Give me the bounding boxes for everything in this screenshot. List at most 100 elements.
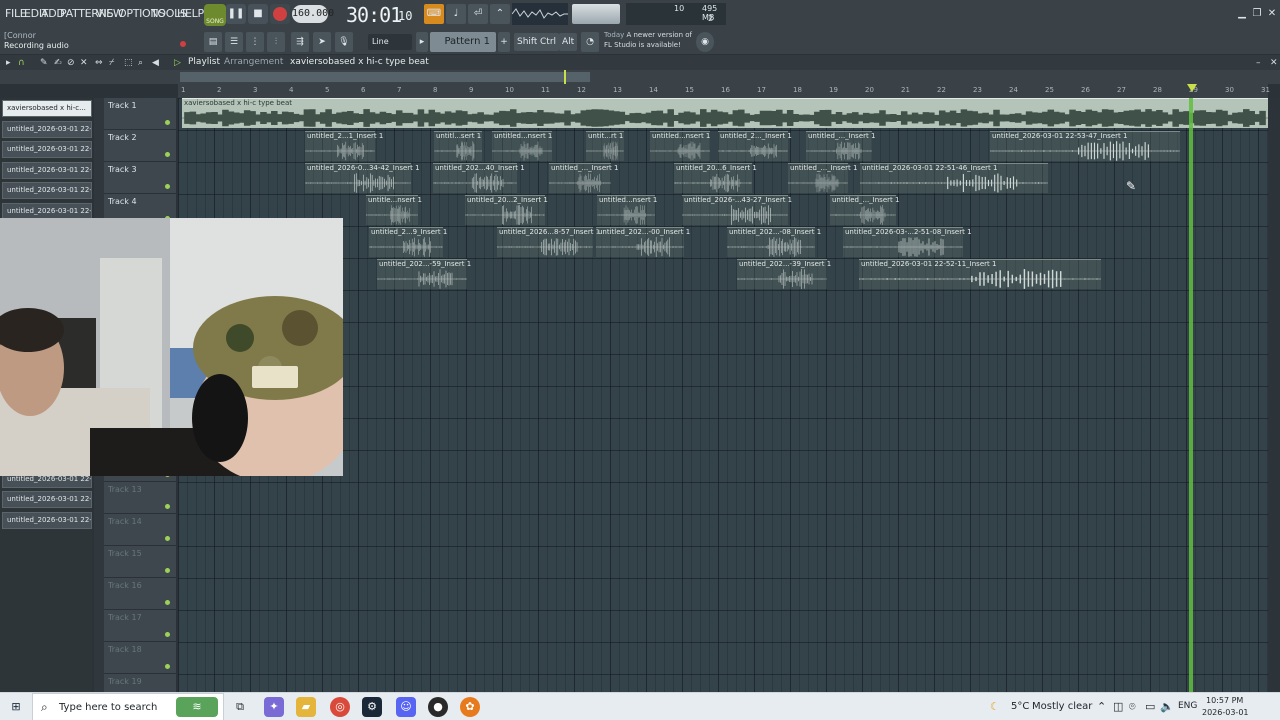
tempo-display[interactable]: 160.000 <box>292 5 334 23</box>
language-indicator[interactable]: ENG <box>1178 701 1197 711</box>
audio-clip[interactable]: untitled_..._Insert 1 <box>549 163 618 193</box>
audio-clip[interactable]: untitled_2026...8-57_Insert 1 <box>497 227 600 257</box>
weather-description[interactable]: Mostly clear <box>1032 701 1092 712</box>
track-enable-led-icon[interactable] <box>165 504 170 509</box>
volume-icon[interactable]: 🔈 <box>1160 700 1174 713</box>
audio-clip[interactable]: untitled...nsert 1 <box>597 195 657 225</box>
globe-icon[interactable]: ◉ <box>696 32 714 52</box>
news-feed-icon[interactable]: ◔ <box>581 32 599 52</box>
picker-item[interactable]: untitled_2026-03-01 22-... <box>2 512 92 529</box>
track-enable-led-icon[interactable] <box>165 632 170 637</box>
song-mode-toggle[interactable]: SONG <box>204 4 226 26</box>
pause-button[interactable]: ❚❚ <box>226 4 246 24</box>
picker-item[interactable]: untitled_2026-03-01 22-... <box>2 182 92 200</box>
delete-tool-icon[interactable]: ⊘ <box>67 58 75 68</box>
audio-clip[interactable]: untitled_2026-03-01 22-51-46_Insert 1 <box>860 163 1048 193</box>
fl-studio-app-icon[interactable]: ✿ <box>460 697 480 717</box>
audio-clip[interactable]: untitled_2..._Insert 1 <box>718 131 792 161</box>
track-enable-led-icon[interactable] <box>165 184 170 189</box>
slip-tool-icon[interactable]: ⇔ <box>95 58 103 68</box>
audio-clip[interactable]: untitled_20...2_Insert 1 <box>465 195 548 225</box>
track-header[interactable]: Track 13 <box>104 482 176 514</box>
picker-item[interactable]: untitled_2026-03-01 22-... <box>2 120 92 138</box>
tool-browser-icon[interactable]: ⇶ <box>291 32 309 52</box>
track-header[interactable]: Track 14 <box>104 514 176 546</box>
select-tool-icon[interactable]: ⬚ <box>124 58 133 68</box>
windows-start-icon[interactable]: ⊞ <box>6 697 26 717</box>
close-icon[interactable]: ✕ <box>1266 8 1278 20</box>
snap-select[interactable]: Line <box>368 34 412 50</box>
chrome-icon[interactable]: ◎ <box>330 697 350 717</box>
playlist-close-icon[interactable]: ✕ <box>1270 58 1278 68</box>
audio-clip[interactable]: untitled_2026-...43-27_Insert 1 <box>682 195 792 225</box>
add-pattern-icon[interactable]: + <box>498 32 510 52</box>
tray-display-icon[interactable]: ▭ <box>1145 700 1155 713</box>
picker-item[interactable]: untitled_2026-03-01 22-... <box>2 491 92 509</box>
draw-tool-icon[interactable]: ✎ <box>40 58 48 68</box>
picker-item[interactable]: untitled_2026-03-01 22-... <box>2 141 92 159</box>
audio-clip[interactable]: untitled_..._Insert 1 <box>830 195 899 225</box>
slice-tool-icon[interactable]: ⌿ <box>109 58 114 68</box>
arrangement-breadcrumb[interactable]: xaviersobased x hi-c type beat <box>290 57 429 67</box>
tool-playlist-icon[interactable]: ▤ <box>204 32 222 52</box>
audio-clip[interactable]: untitled...nsert 1 <box>492 131 552 161</box>
audio-clip[interactable]: untitled_202...-59_Insert 1 <box>377 259 471 289</box>
audio-clip[interactable]: untitled_20...6_Insert 1 <box>674 163 757 193</box>
audio-clip[interactable]: untitled_..._Insert 1 <box>788 163 857 193</box>
playlist-vertical-scrollbar[interactable] <box>1268 98 1280 692</box>
task-view-icon[interactable]: ⧉ <box>230 697 250 717</box>
copilot-icon[interactable]: ✦ <box>264 697 284 717</box>
pattern-selector[interactable]: Pattern 1 <box>430 32 496 52</box>
weather-icon[interactable]: ☾ <box>990 700 1000 713</box>
track-enable-led-icon[interactable] <box>165 120 170 125</box>
track-header[interactable]: Track 1 <box>104 98 176 130</box>
track-enable-led-icon[interactable] <box>165 152 170 157</box>
picker-item[interactable]: untitled_2026-03-01 22-... <box>2 161 92 179</box>
tray-location-icon[interactable]: ⌾ <box>1129 700 1136 714</box>
picker-item[interactable]: xaviersobased x hi-c... <box>2 100 92 117</box>
paint-tool-icon[interactable]: ✍ <box>54 58 62 68</box>
playback-tool-icon[interactable]: ◀ <box>152 58 159 68</box>
tool-plugin-icon[interactable]: ➤ <box>313 32 331 52</box>
playhead-marker-icon[interactable] <box>1187 84 1197 92</box>
track-header[interactable]: Track 15 <box>104 546 176 578</box>
audio-clip[interactable]: untitle...nsert 1 <box>366 195 422 225</box>
audio-clip[interactable]: untitled...nsert 1 <box>650 131 710 161</box>
record-button[interactable] <box>270 4 290 24</box>
track-header[interactable]: Track 16 <box>104 578 176 610</box>
tray-camera-icon[interactable]: ◫ <box>1113 700 1123 713</box>
audio-clip[interactable]: untitled_202...-00_Insert 1 <box>596 227 690 257</box>
metronome-icon[interactable]: ♩ <box>446 4 466 24</box>
audio-clip[interactable]: untitled_202...-08_Insert 1 <box>727 227 821 257</box>
track-enable-led-icon[interactable] <box>165 664 170 669</box>
microphone-icon[interactable]: 🎙 <box>335 32 353 52</box>
countdown-icon[interactable]: ⌃ <box>490 4 510 24</box>
discord-icon[interactable]: ☺ <box>396 697 416 717</box>
stop-button[interactable]: ■ <box>248 4 268 24</box>
track-enable-led-icon[interactable] <box>165 536 170 541</box>
track-enable-led-icon[interactable] <box>165 600 170 605</box>
wait-input-icon[interactable]: ⏎ <box>468 4 488 24</box>
track-header[interactable]: Track 3 <box>104 162 176 194</box>
mute-tool-icon[interactable]: ✕ <box>80 58 88 68</box>
audio-clip[interactable]: untitled_2...1_Insert 1 <box>305 131 383 161</box>
clock-date[interactable]: 2026-03-01 <box>1202 708 1249 717</box>
playlist-overview[interactable] <box>0 70 1280 84</box>
audio-clip[interactable]: untitled_2026-03-...2-51-08_Insert 1 <box>843 227 972 257</box>
audio-clip[interactable]: untitled_2...9_Insert 1 <box>369 227 447 257</box>
playlist-play-icon[interactable]: ▷ <box>174 58 181 68</box>
audio-clip[interactable]: untitled_2026-0...34-42_Insert 1 <box>305 163 420 193</box>
track-enable-led-icon[interactable] <box>165 568 170 573</box>
track-header[interactable]: Track 18 <box>104 642 176 674</box>
typing-keyboard-icon[interactable]: ⌨ <box>424 4 444 24</box>
audio-clip[interactable]: untitled_2026-03-01 22-52-11_Insert 1 <box>859 259 1101 289</box>
audio-clip-master[interactable]: xaviersobased x hi-c type beat <box>182 98 1268 128</box>
audio-clip[interactable]: untitled_..._Insert 1 <box>806 131 875 161</box>
song-time-display[interactable]: 30:01 <box>346 3 402 27</box>
clock-time[interactable]: 10:57 PM <box>1206 696 1243 705</box>
pattern-prev-icon[interactable]: ▸ <box>416 32 428 52</box>
arrangement-label[interactable]: Arrangement <box>224 57 283 67</box>
audio-clip[interactable]: untit...rt 1 <box>586 131 624 161</box>
overview-window[interactable] <box>180 72 590 82</box>
news-panel[interactable]: Today A newer version of FL Studio is av… <box>604 30 692 50</box>
